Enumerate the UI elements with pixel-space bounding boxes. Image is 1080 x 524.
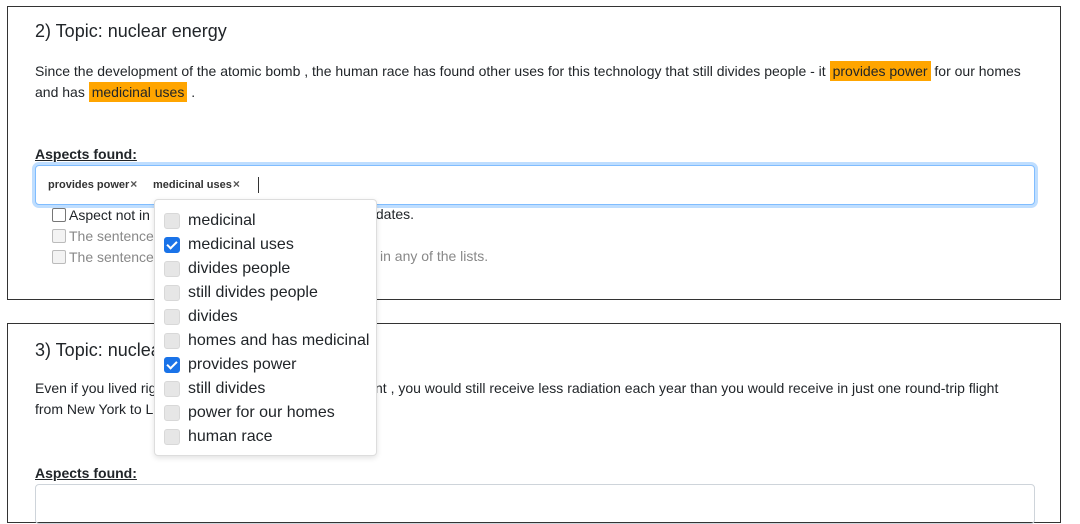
checkbox-icon[interactable] bbox=[164, 261, 180, 277]
highlight-aspect-1: provides power bbox=[829, 61, 931, 81]
sentence-option-checkbox[interactable]: The sentence bbox=[52, 228, 154, 244]
tag-label: provides power bbox=[48, 179, 130, 191]
aspect-not-in-candidates-checkbox[interactable]: Aspect not in bbox=[52, 207, 150, 223]
tag-provides-power: provides power× bbox=[48, 177, 137, 191]
aspects-tag-input[interactable] bbox=[35, 484, 1035, 524]
sentence-part: Even if you lived rig bbox=[35, 380, 157, 396]
checkbox-icon[interactable] bbox=[164, 285, 180, 301]
checkbox-checked-icon[interactable] bbox=[164, 237, 180, 253]
checkbox-icon[interactable] bbox=[164, 309, 180, 325]
sentence-part: from New York to L bbox=[35, 401, 154, 417]
highlight-aspect-2: medicinal uses bbox=[88, 82, 188, 102]
option-label: provides power bbox=[188, 356, 297, 373]
tag-label: medicinal uses bbox=[153, 179, 232, 191]
option-label: power for our homes bbox=[188, 404, 335, 421]
sentence-part: Since the development of the atomic bomb… bbox=[35, 63, 830, 79]
dropdown-option[interactable]: still divides people bbox=[164, 281, 318, 305]
aspects-found-label: Aspects found: bbox=[35, 465, 137, 481]
dropdown-option[interactable]: power for our homes bbox=[164, 401, 335, 425]
dropdown-option[interactable]: divides bbox=[164, 305, 238, 329]
checkbox-label: Aspect not in bbox=[69, 207, 150, 223]
checkbox-label-tail: in any of the lists. bbox=[380, 248, 489, 264]
sentence-part: nt , you would still receive less radiat… bbox=[375, 380, 999, 396]
dropdown-option[interactable]: medicinal bbox=[164, 209, 256, 233]
remove-tag-icon[interactable]: × bbox=[130, 177, 137, 191]
checkbox-icon[interactable] bbox=[164, 381, 180, 397]
topic-title: 3) Topic: nuclea bbox=[35, 340, 161, 360]
topic-title: 2) Topic: nuclear energy bbox=[35, 21, 227, 41]
tag-medicinal-uses: medicinal uses× bbox=[153, 177, 240, 191]
option-label: still divides people bbox=[188, 284, 318, 301]
dropdown-option[interactable]: divides people bbox=[164, 257, 290, 281]
checkbox-label: The sentence bbox=[69, 249, 154, 265]
sentence-text: Since the development of the atomic bomb… bbox=[35, 61, 1025, 103]
checkbox-icon[interactable] bbox=[164, 405, 180, 421]
dropdown-option[interactable]: provides power bbox=[164, 353, 297, 377]
option-label: divides bbox=[188, 308, 238, 325]
checkbox-box[interactable] bbox=[52, 208, 66, 222]
dropdown-option[interactable]: still divides bbox=[164, 377, 265, 401]
text-caret bbox=[258, 177, 259, 193]
aspects-dropdown: medicinal medicinal uses divides people … bbox=[154, 199, 377, 456]
checkbox-icon[interactable] bbox=[164, 333, 180, 349]
aspects-found-label: Aspects found: bbox=[35, 146, 137, 162]
checkbox-icon[interactable] bbox=[164, 429, 180, 445]
checkbox-box[interactable] bbox=[52, 250, 66, 264]
option-label: medicinal uses bbox=[188, 236, 294, 253]
checkbox-box[interactable] bbox=[52, 229, 66, 243]
option-label: divides people bbox=[188, 260, 291, 277]
option-label: medicinal bbox=[188, 212, 256, 229]
sentence-text-tail: nt , you would still receive less radiat… bbox=[375, 378, 1035, 399]
checkbox-label: The sentence bbox=[69, 228, 154, 244]
dropdown-option[interactable]: human race bbox=[164, 425, 273, 449]
option-label: homes and has medicinal bbox=[188, 332, 370, 349]
option-label: human race bbox=[188, 428, 273, 445]
sentence-not-in-lists-checkbox[interactable]: The sentence bbox=[52, 249, 154, 265]
dropdown-option[interactable]: homes and has medicinal bbox=[164, 329, 369, 353]
checkbox-icon[interactable] bbox=[164, 213, 180, 229]
sentence-part: . bbox=[187, 84, 196, 100]
remove-tag-icon[interactable]: × bbox=[233, 177, 240, 191]
option-label: still divides bbox=[188, 380, 266, 397]
dropdown-option[interactable]: medicinal uses bbox=[164, 233, 294, 257]
checkbox-checked-icon[interactable] bbox=[164, 357, 180, 373]
